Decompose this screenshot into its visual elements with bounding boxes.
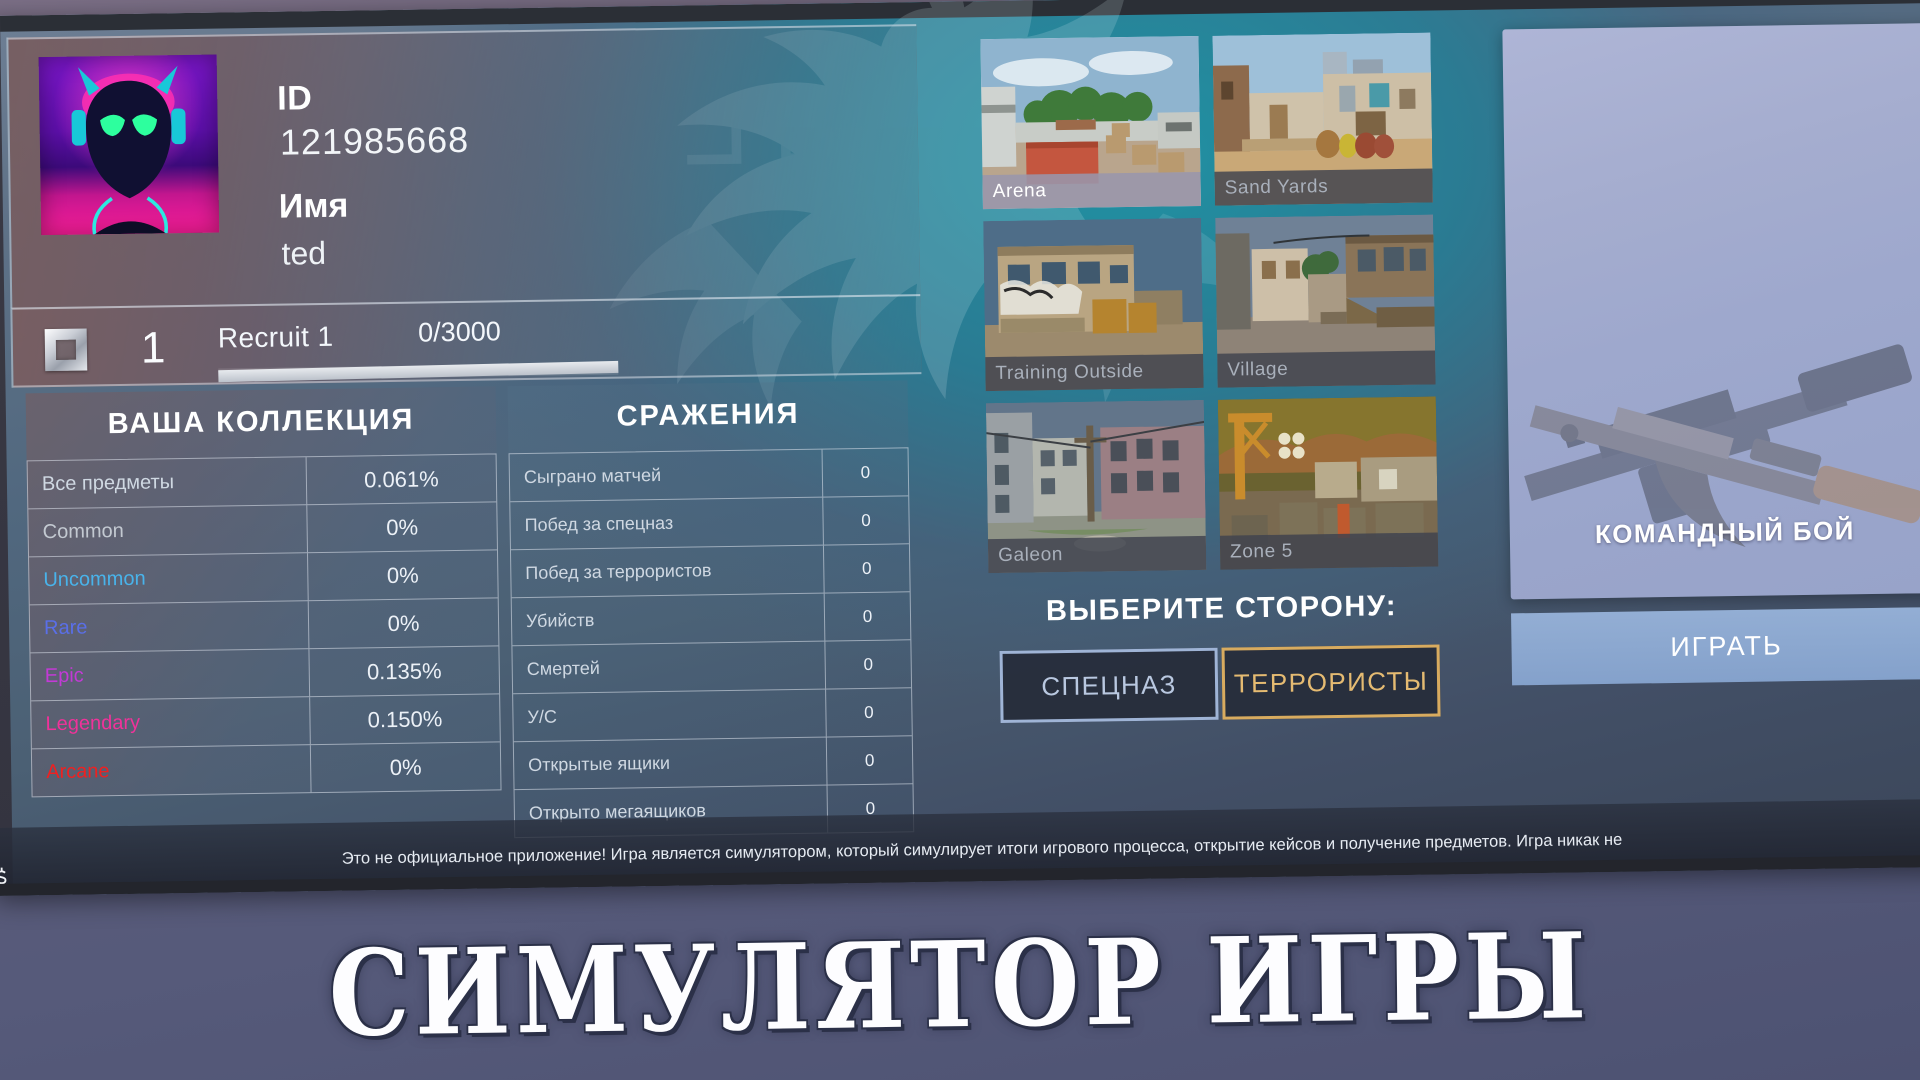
collection-label: Arcane	[46, 760, 110, 784]
battles-value: 0	[821, 448, 909, 497]
collection-value: 0%	[307, 598, 499, 649]
profile-name-label: Имя	[278, 186, 349, 226]
profile-name-value: ted	[281, 234, 327, 272]
table-row: Rare 0%	[29, 598, 499, 654]
page-title: СИМУЛЯТОР ИГРЫ	[328, 906, 1592, 1063]
table-row: У/С 0	[513, 688, 912, 743]
map-card-training[interactable]: Training Outside	[983, 217, 1204, 392]
side-select-title: ВЫБЕРИТЕ СТОРОНУ:	[1045, 590, 1398, 628]
page-root: ID 121985668 Имя ted 1 Recruit 1 0/3000 …	[0, 0, 1920, 1080]
rank-square-icon	[44, 328, 88, 372]
rank-xp-value: 0/3000	[417, 316, 501, 348]
collection-label: Epic	[44, 664, 84, 688]
map-card-sand[interactable]: Sand Yards	[1212, 32, 1433, 206]
battles-value: 0	[822, 544, 910, 593]
map-name-label: Training Outside	[985, 353, 1204, 392]
battles-label: Побед за террористов	[525, 560, 712, 584]
table-row: Arcane 0%	[31, 742, 501, 798]
table-row: Common 0%	[28, 502, 497, 558]
table-row: Все предметы 0.061%	[27, 454, 497, 510]
game-screenshot-frame: ID 121985668 Имя ted 1 Recruit 1 0/3000 …	[0, 0, 1920, 896]
battles-label: Побед за спецназ	[524, 512, 674, 536]
collection-label: Uncommon	[43, 567, 146, 592]
table-row: Сыграно матчей 0	[509, 448, 909, 503]
map-card-zone5[interactable]: Zone 5	[1217, 396, 1439, 570]
collection-label: Все предметы	[41, 471, 175, 496]
battles-table: СРАЖЕНИЯ Сыграно матчей 0 Побед за спецназ…	[507, 380, 915, 839]
table-row: Legendary 0.150%	[31, 694, 500, 750]
battles-value: 0	[825, 688, 912, 737]
side-button-t[interactable]: ТЕРРОРИСТЫ	[1221, 644, 1441, 720]
map-name-label: Sand Yards	[1214, 168, 1433, 206]
play-button[interactable]: ИГРАТЬ	[1511, 607, 1920, 686]
rank-level: 1	[140, 323, 166, 373]
battles-label: У/С	[527, 706, 558, 727]
battles-label: Сыграно матчей	[523, 464, 662, 488]
collection-value: 0.150%	[309, 694, 500, 745]
side-button-ct[interactable]: СПЕЦНАЗ	[999, 647, 1219, 723]
collection-label: Common	[42, 519, 124, 544]
collection-table: ВАША КОЛЛЕКЦИЯ Все предметы 0.061% Common 0…	[25, 386, 502, 798]
table-row: Побед за спецназ 0	[510, 496, 909, 551]
collection-label: Legendary	[45, 711, 141, 736]
battles-label: Убийств	[525, 609, 595, 631]
avatar[interactable]	[38, 54, 220, 236]
battles-value: 0	[824, 640, 912, 689]
profile-id-label: ID	[276, 79, 313, 118]
collection-value: 0.061%	[305, 454, 497, 505]
rank-row: 1 Recruit 1 0/3000	[10, 294, 922, 388]
battles-label: Открытые ящики	[528, 752, 671, 775]
battles-value: 0	[823, 592, 911, 641]
table-row: Открытые ящики 0	[513, 736, 913, 791]
map-card-arena[interactable]: Arena	[980, 35, 1201, 210]
battles-value: 0	[825, 736, 913, 785]
map-name-label: Zone 5	[1219, 532, 1439, 570]
table-row: Epic 0.135%	[30, 646, 500, 702]
game-mode-card[interactable]: КОМАНДНЫЙ БОЙ	[1502, 23, 1920, 600]
map-name-label: Village	[1217, 350, 1436, 388]
map-card-village[interactable]: Village	[1215, 214, 1436, 388]
map-name-label: Arena	[982, 171, 1201, 210]
profile-id-value: 121985668	[279, 118, 470, 163]
battles-value: 0	[822, 496, 909, 545]
collection-value: 0%	[307, 550, 498, 601]
rank-title: Recruit 1	[217, 320, 334, 354]
game-mode-label: КОМАНДНЫЙ БОЙ	[1594, 515, 1855, 550]
side-select-buttons: СПЕЦНАЗ ТЕРРОРИСТЫ	[999, 644, 1441, 723]
rank-progress-bar	[218, 360, 619, 383]
collection-value: 0%	[309, 742, 501, 793]
collection-value: 0%	[306, 502, 497, 553]
battles-label: Смертей	[526, 657, 600, 679]
battles-title: СРАЖЕНИЯ	[616, 397, 800, 433]
table-row: Убийств 0	[511, 592, 911, 647]
crossed-rifles-icon	[1502, 23, 1920, 599]
table-row: Uncommon 0%	[29, 550, 498, 606]
profile-panel: ID 121985668 Имя ted	[6, 24, 921, 308]
map-card-galeon[interactable]: Galeon	[985, 399, 1207, 574]
collection-label: Rare	[43, 616, 88, 640]
table-row: Побед за террористов 0	[510, 544, 910, 599]
collection-title: ВАША КОЛЛЕКЦИЯ	[107, 403, 415, 441]
table-row: Смертей 0	[512, 640, 912, 695]
map-name-label: Galeon	[987, 535, 1207, 574]
map-grid: Arena Sand Yards Training Outside Villag…	[980, 32, 1439, 574]
collection-value: 0.135%	[308, 646, 500, 697]
